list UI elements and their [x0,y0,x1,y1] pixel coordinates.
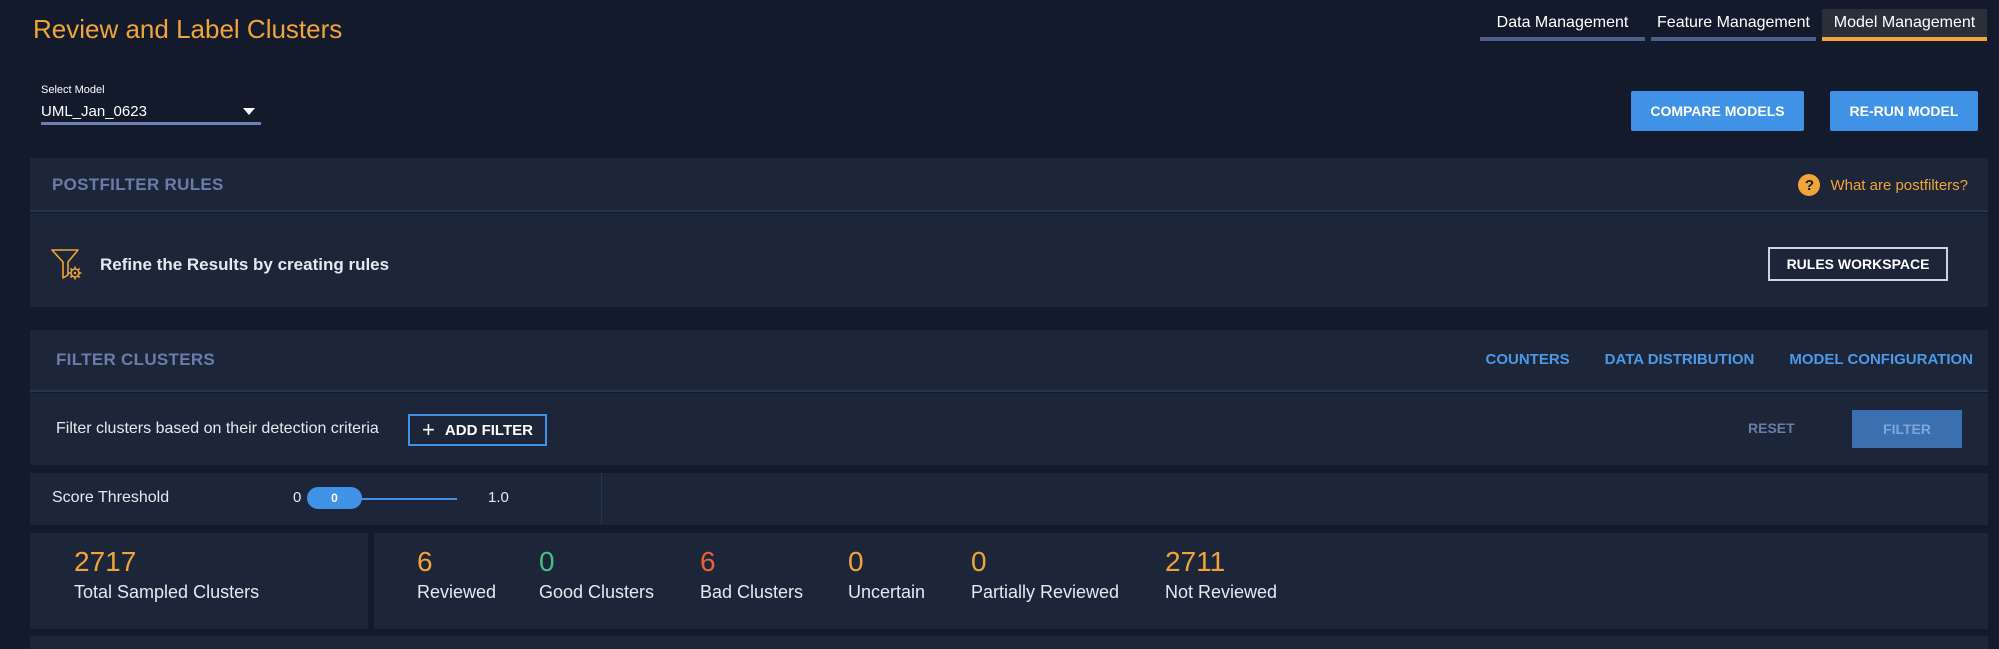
rerun-model-button[interactable]: RE-RUN MODEL [1830,91,1978,131]
add-filter-label: ADD FILTER [444,421,533,439]
model-select-value: UML_Jan_0623 [41,103,147,120]
filter-button[interactable]: FILTER [1852,410,1962,448]
postfilter-title: POSTFILTER RULES [52,175,224,194]
rules-workspace-button[interactable]: RULES WORKSPACE [1768,247,1948,281]
model-select: Select Model UML_Jan_0623 [41,84,261,125]
good-clusters-label: Good Clusters [539,582,655,602]
filter-clusters-header: FILTER CLUSTERS COUNTERS DATA DISTRIBUTI… [30,330,1988,392]
postfilter-help-text: What are postfilters? [1830,176,1968,194]
filter-clusters-links: COUNTERS DATA DISTRIBUTION MODEL CONFIGU… [1486,351,1974,368]
help-icon: ? [1798,174,1821,196]
score-threshold-min: 0 [293,489,302,506]
score-threshold-max: 1.0 [488,489,509,506]
compare-models-button[interactable]: COMPARE MODELS [1631,91,1804,131]
cluster-stats-card: 6 Reviewed 0 Good Clusters 6 Bad Cluster… [374,533,1988,629]
bad-clusters-value: 6 [700,546,716,577]
uncertain-label: Uncertain [848,582,926,602]
filter-clusters-body: Filter clusters based on their detection… [30,393,1988,465]
tab-data-management[interactable]: Data Management [1480,9,1645,41]
divider [601,473,602,525]
reviewed-label: Reviewed [417,582,497,602]
top-nav: Data Management Feature Management Model… [1480,9,1987,41]
filter-clusters-title: FILTER CLUSTERS [56,350,216,369]
reset-button[interactable]: RESET [1748,420,1795,436]
uncertain-value: 0 [848,546,864,577]
score-threshold-slider-thumb[interactable]: 0 [307,487,362,509]
total-sampled-clusters-label: Total Sampled Clusters [74,582,260,602]
score-threshold-row: Score Threshold 0 0 1.0 [30,473,1988,525]
postfilter-body: Refine the Results by creating rules RUL… [30,213,1988,307]
caret-down-icon [243,108,255,115]
not-reviewed-value: 2711 [1165,546,1226,577]
good-clusters-value: 0 [539,546,555,577]
funnel-gear-icon [51,249,82,280]
plus-icon: + [422,417,435,442]
filter-clusters-message: Filter clusters based on their detection… [56,420,379,437]
score-threshold-label: Score Threshold [52,489,170,506]
next-panel-edge [30,636,1988,649]
tab-model-management[interactable]: Model Management [1822,9,1987,41]
reviewed-value: 6 [417,546,433,577]
model-configuration-link[interactable]: MODEL CONFIGURATION [1789,351,1973,368]
postfilter-help-link[interactable]: ? What are postfilters? [1798,174,1968,196]
total-sampled-clusters-value: 2717 [74,546,137,577]
not-reviewed-label: Not Reviewed [1165,582,1278,602]
postfilter-header: POSTFILTER RULES ? What are postfilters? [30,158,1988,212]
tab-feature-management[interactable]: Feature Management [1651,9,1816,41]
page-title: Review and Label Clusters [33,14,343,44]
data-distribution-link[interactable]: DATA DISTRIBUTION [1605,351,1755,368]
model-select-dropdown[interactable]: UML_Jan_0623 [41,101,261,125]
partially-reviewed-value: 0 [971,546,987,577]
total-sampled-clusters-card: 2717 Total Sampled Clusters [30,533,368,629]
partially-reviewed-label: Partially Reviewed [971,582,1120,602]
bad-clusters-label: Bad Clusters [700,582,804,602]
postfilter-message: Refine the Results by creating rules [100,255,390,274]
model-select-label: Select Model [41,84,105,96]
add-filter-button[interactable]: + ADD FILTER [408,414,547,446]
counters-link[interactable]: COUNTERS [1486,351,1570,368]
